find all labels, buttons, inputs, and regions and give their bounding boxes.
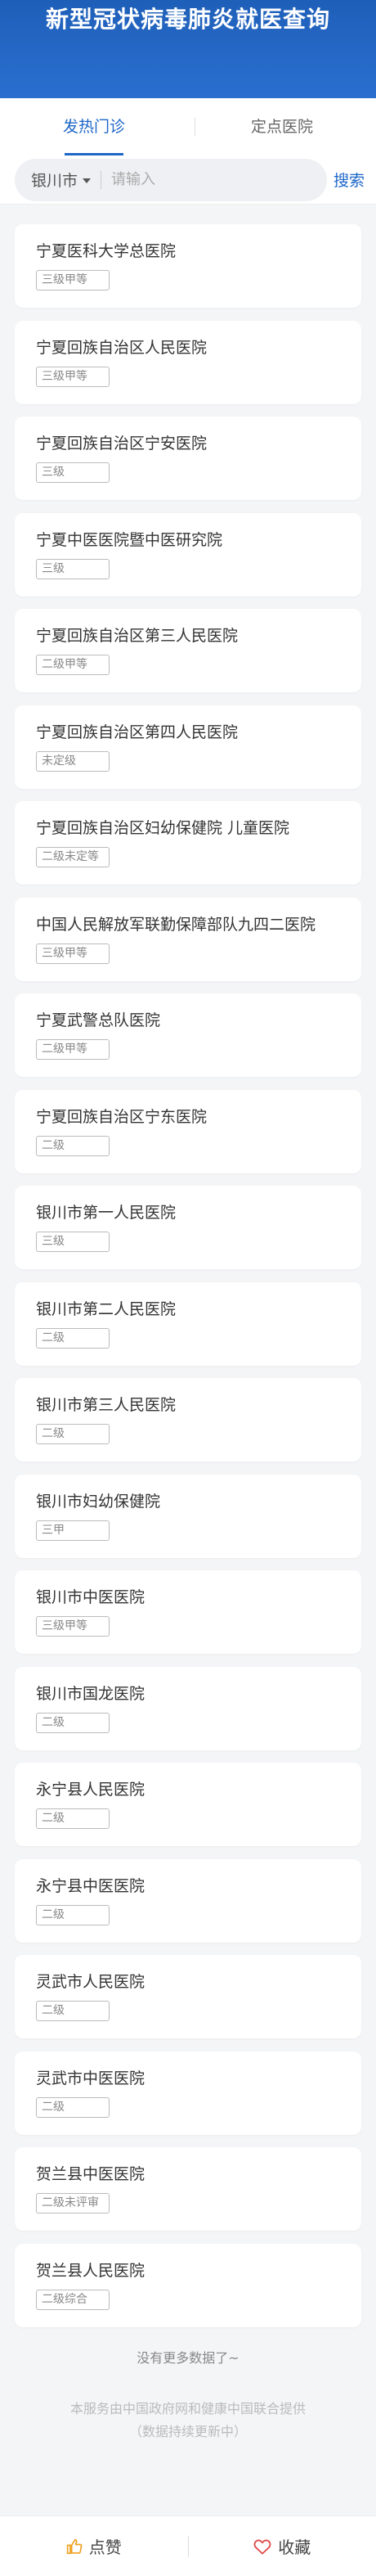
hospital-name: 银川市国龙医院 — [36, 1684, 145, 1703]
hospital-level-badge: 二级 — [36, 1424, 110, 1444]
hospital-card[interactable]: 宁夏回族自治区第四人民医院未定级 — [15, 705, 361, 789]
hospital-card[interactable]: 贺兰县中医医院 二级未评审 — [15, 2147, 361, 2231]
hospital-name: 贺兰县人民医院 — [36, 2261, 145, 2280]
like-label: 点赞 — [88, 2538, 122, 2557]
hospital-card[interactable]: 银川市中医医院 三级甲等 — [15, 1570, 361, 1654]
hospital-name: 宁夏回族自治区宁东医院 — [36, 1107, 208, 1126]
service-notice: 本服务由中国政府网和健康中国联合提供 （数据持续更新中） — [0, 2398, 376, 2443]
hospital-level-badge: 二级 — [36, 1327, 110, 1349]
hospital-card[interactable]: 宁夏医科大学总医院 三级甲等 — [15, 224, 361, 308]
hospital-name: 永宁县人民医院 — [36, 1781, 145, 1799]
hospital-level-badge: 二级未定等 — [36, 847, 110, 867]
hospital-name: 宁夏回族自治区妇幼保健院 儿童医院 — [36, 819, 290, 837]
hospital-list: 宁夏医科大学总医院 三级甲等 宁夏回族自治区人民医院 三级甲等 宁夏回族自治区宁安医院三… — [0, 205, 376, 2327]
hospital-level-badge: 三级 — [36, 1232, 110, 1252]
hospital-name: 宁夏武警总队医院 — [36, 1011, 161, 1029]
hospital-name: 贺兰县中医医院 — [36, 2165, 145, 2183]
bottom-bar: 点赞 收藏 — [0, 2515, 376, 2576]
hospital-name: 银川市中医医院 — [36, 1588, 145, 1606]
hospital-card[interactable]: 银川市第三人民医院 二级 — [15, 1378, 361, 1461]
hospital-name: 银川市第一人民医院 — [36, 1204, 177, 1222]
hospital-level-badge: 三级甲等 — [36, 1616, 110, 1637]
hospital-card[interactable]: 宁夏回族自治区人民医院 三级甲等 — [15, 320, 361, 404]
hospital-card[interactable]: 宁夏回族自治区宁东医院 二级 — [15, 1089, 361, 1173]
hospital-card[interactable]: 宁夏回族自治区宁安医院 三级 — [15, 417, 361, 500]
hospital-level-badge: 三级甲等 — [36, 366, 110, 387]
tab-bar: 发热门诊 定点医院 — [0, 98, 376, 155]
hospital-level-badge: 三级 — [36, 462, 110, 483]
search-box: 银川市 — [15, 158, 327, 201]
tab-fever-clinic[interactable]: 发热门诊 — [0, 98, 188, 155]
city-selector[interactable]: 银川市 — [31, 169, 92, 191]
hospital-level-badge: 三级甲等 — [36, 943, 110, 964]
app-header: 新型冠状病毒肺炎就医查询 — [0, 0, 376, 98]
favorite-label: 收藏 — [278, 2538, 311, 2557]
hospital-level-badge: 二级 — [36, 1904, 110, 1925]
hospital-card[interactable]: 银川市第一人民医院 三级 — [15, 1186, 361, 1269]
hospital-card[interactable]: 宁夏回族自治区第三人民医院 二级甲等 — [15, 609, 361, 692]
hospital-level-badge: 二级 — [36, 1135, 110, 1156]
hospital-card[interactable]: 银川市国龙医院 二级 — [15, 1666, 361, 1750]
hospital-level-badge: 二级甲等 — [36, 1039, 110, 1060]
hospital-card[interactable]: 银川市妇幼保健院 三甲 — [15, 1474, 361, 1558]
search-button[interactable]: 搜索 — [333, 169, 365, 191]
hospital-name: 银川市妇幼保健院 — [36, 1492, 161, 1511]
notice-line: 本服务由中国政府网和健康中国联合提供 — [69, 2400, 306, 2416]
hospital-name: 宁夏回族自治区第三人民医院 — [36, 627, 239, 645]
hospital-level-badge: 未定级 — [36, 750, 110, 772]
like-button[interactable]: 点赞 — [0, 2534, 188, 2558]
hospital-name: 银川市第三人民医院 — [36, 1396, 177, 1414]
hospital-level-badge: 二级 — [36, 1808, 110, 1829]
hospital-level-badge: 二级 — [36, 1712, 110, 1733]
hospital-level-badge: 二级 — [36, 2096, 110, 2118]
hospital-card[interactable]: 宁夏回族自治区妇幼保健院 儿童医院 二级未定等 — [15, 801, 361, 885]
city-label: 银川市 — [31, 172, 78, 190]
hospital-level-badge: 二级综合 — [36, 2289, 110, 2310]
search-row: 银川市 搜索 — [0, 155, 376, 205]
hospital-name: 中国人民解放军联勤保障部队九四二医院 — [36, 915, 316, 934]
caret-down-icon — [83, 178, 92, 183]
hospital-card[interactable]: 中国人民解放军联勤保障部队九四二医院 三级甲等 — [15, 897, 361, 981]
hospital-name: 宁夏医科大学总医院 — [36, 242, 177, 260]
hospital-card[interactable]: 灵武市中医医院 二级 — [15, 2051, 361, 2135]
hospital-card[interactable]: 银川市第二人民医院 二级 — [15, 1281, 361, 1366]
search-input[interactable] — [111, 171, 300, 188]
hospital-level-badge: 二级甲等 — [36, 655, 110, 675]
hospital-name: 灵武市中医医院 — [36, 2069, 145, 2087]
hospital-level-badge: 二级 — [36, 2001, 110, 2021]
hospital-name: 银川市第二人民医院 — [36, 1299, 177, 1318]
hospital-name: 永宁县中医医院 — [36, 1876, 145, 1895]
hospital-name: 宁夏回族自治区宁安医院 — [36, 435, 208, 453]
tab-designated-hospital[interactable]: 定点医院 — [188, 98, 376, 155]
hospital-card[interactable]: 灵武市人民医院 二级 — [15, 1955, 361, 2038]
hospital-level-badge: 三甲 — [36, 1520, 110, 1541]
hospital-card[interactable]: 贺兰县人民医院 二级综合 — [15, 2243, 361, 2327]
hospital-name: 灵武市人民医院 — [36, 1973, 145, 1991]
hospital-level-badge: 三级 — [36, 558, 110, 579]
notice-line: （数据持续更新中） — [128, 2423, 247, 2439]
favorite-button[interactable]: 收藏 — [189, 2534, 376, 2558]
hospital-card[interactable]: 宁夏中医医院暨中医研究院 三级 — [15, 512, 361, 597]
heart-icon — [253, 2539, 271, 2555]
hospital-card[interactable]: 宁夏武警总队医院 二级甲等 — [15, 993, 361, 1077]
hospital-level-badge: 二级未评审 — [36, 2193, 110, 2213]
hospital-name: 宁夏中医医院暨中医研究院 — [36, 530, 223, 549]
hospital-name: 宁夏回族自治区第四人民医院 — [36, 723, 239, 741]
hospital-level-badge: 三级甲等 — [36, 270, 110, 290]
no-more-text: 没有更多数据了~ — [137, 2349, 239, 2366]
hospital-name: 宁夏回族自治区人民医院 — [36, 338, 208, 357]
hospital-card[interactable]: 永宁县人民医院 二级 — [15, 1763, 361, 1846]
page-title: 新型冠状病毒肺炎就医查询 — [45, 6, 330, 33]
hospital-card[interactable]: 永宁县中医医院 二级 — [15, 1858, 361, 1943]
thumbs-up-icon — [66, 2538, 83, 2554]
